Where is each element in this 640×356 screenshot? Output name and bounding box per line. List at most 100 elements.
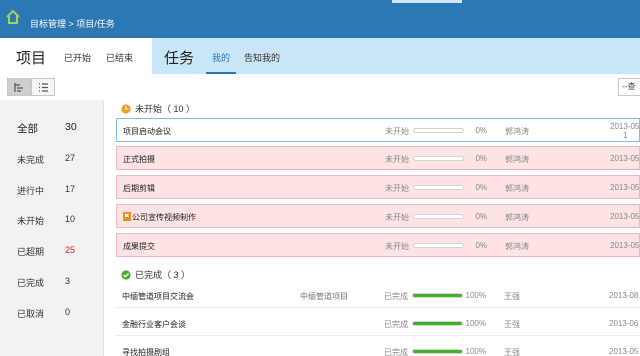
progress-bar xyxy=(412,349,463,354)
gantt-icon xyxy=(13,82,23,92)
task-row[interactable]: 金融行业客户会谈 已完成 100% 王强 2013-06 xyxy=(116,312,640,336)
task-date: 2013-05 xyxy=(610,183,640,192)
task-row[interactable]: 中缅管道项目交流会 中缅管道项目 已完成 100% 王强 2013-08 xyxy=(116,284,640,308)
progress-bar xyxy=(412,293,463,298)
tab-project-started[interactable]: 已开始 xyxy=(64,51,91,64)
task-date: 2013-05 xyxy=(610,212,640,221)
task-name: 公司宣传视频制作 xyxy=(132,213,196,222)
check-circle-icon xyxy=(121,270,131,280)
project-section: 项目 已开始 已结束 xyxy=(0,38,152,74)
filter-count: 3 xyxy=(65,276,71,286)
task-owner: 郭鸿涛 xyxy=(505,155,529,164)
task-name: 成果提交 xyxy=(123,242,155,251)
task-date: 2013-05 xyxy=(610,154,640,163)
list-icon xyxy=(38,82,48,92)
task-owner: 王强 xyxy=(504,292,520,301)
group-title: 已完成（ 3 ） xyxy=(135,270,191,280)
task-date-extra: 1 xyxy=(623,131,628,140)
filter-label: 已超期 xyxy=(17,247,45,257)
task-list: 未开始（ 10 ） 项目启动会议 未开始 0% 郭鸿涛 2013-05 1 正式… xyxy=(104,100,640,356)
task-percent: 100% xyxy=(465,347,486,356)
task-date: 2013-05 xyxy=(610,241,640,250)
sub-header: 项目 已开始 已结束 任务 我的 告知我的 xyxy=(0,38,640,75)
task-percent: 0% xyxy=(475,126,487,135)
task-row[interactable]: 项目启动会议 未开始 0% 郭鸿涛 2013-05 1 xyxy=(116,118,640,142)
task-percent: 100% xyxy=(465,291,486,300)
task-row[interactable]: 成果提交 未开始 0% 郭鸿涛 2013-05 xyxy=(116,233,640,257)
task-percent: 0% xyxy=(475,212,487,221)
task-status: 已完成 xyxy=(384,320,408,329)
group-header-completed[interactable]: 已完成（ 3 ） xyxy=(121,268,190,281)
breadcrumb: 目标管理 > 项目/任务 xyxy=(30,17,115,30)
progress-bar xyxy=(413,214,464,219)
filter-label: 全部 xyxy=(17,123,38,135)
tab-project-ended[interactable]: 已结束 xyxy=(106,51,133,64)
task-status: 已完成 xyxy=(384,348,408,356)
progress-bar xyxy=(413,185,464,190)
progress-bar xyxy=(413,156,464,161)
task-owner: 郭鸿涛 xyxy=(505,127,529,136)
progress-fill xyxy=(413,294,462,297)
list-view-button[interactable] xyxy=(31,78,55,96)
top-bar: 目标管理 > 项目/任务 xyxy=(0,0,640,38)
filter-count: 10 xyxy=(65,214,76,224)
task-project: 中缅管道项目 xyxy=(300,292,348,301)
filter-label: 已取消 xyxy=(17,309,45,319)
filter-incomplete[interactable]: 未完成 27 xyxy=(0,143,104,173)
task-name: 正式拍摄 xyxy=(123,155,155,164)
filter-label: 进行中 xyxy=(17,186,45,196)
task-status: 未开始 xyxy=(385,184,409,193)
task-status: 未开始 xyxy=(385,155,409,164)
progress-fill xyxy=(413,350,462,353)
filter-overdue[interactable]: 已超期 25 xyxy=(0,235,104,265)
task-status: 已完成 xyxy=(384,292,408,301)
tab-task-notified[interactable]: 告知我的 xyxy=(244,51,280,64)
task-row[interactable]: 正式拍摄 未开始 0% 郭鸿涛 2013-05 xyxy=(116,146,640,170)
progress-bar xyxy=(412,321,463,326)
filter-count: 30 xyxy=(65,121,77,133)
task-row[interactable]: 公司宣传视频制作 未开始 0% 郭鸿涛 2013-05 xyxy=(116,204,640,228)
filter-all[interactable]: 全部 30 xyxy=(0,112,104,142)
task-row[interactable]: 后期剪辑 未开始 0% 郭鸿涛 2013-05 xyxy=(116,175,640,199)
task-owner: 郭鸿涛 xyxy=(505,242,529,251)
filter-label: 未开始 xyxy=(17,216,45,226)
task-date: 2013-08 xyxy=(609,291,639,300)
task-status: 未开始 xyxy=(385,242,409,251)
task-status: 未开始 xyxy=(385,213,409,222)
task-date: 2013-05 xyxy=(610,122,640,131)
filter-label: 已完成 xyxy=(17,278,45,288)
task-owner: 郭鸿涛 xyxy=(505,213,529,222)
task-title: 任务 xyxy=(164,50,195,67)
filter-completed[interactable]: 已完成 3 xyxy=(0,266,104,296)
progress-bar xyxy=(413,128,464,133)
filter-in-progress[interactable]: 进行中 17 xyxy=(0,174,104,204)
task-name-wrap: 公司宣传视频制作 xyxy=(123,212,196,223)
task-owner: 王强 xyxy=(504,348,520,356)
task-name: 中缅管道项目交流会 xyxy=(122,292,194,301)
home-icon[interactable] xyxy=(5,9,21,25)
task-date: 2013-06 xyxy=(609,319,639,328)
filter-not-started[interactable]: 未开始 10 xyxy=(0,204,104,234)
task-percent: 0% xyxy=(475,154,487,163)
query-button[interactable]: --查 xyxy=(618,78,640,96)
project-flag-icon xyxy=(123,212,131,221)
task-percent: 0% xyxy=(475,241,487,250)
project-title: 项目 xyxy=(16,50,47,67)
filter-count: 17 xyxy=(65,184,76,194)
task-name: 寻找拍摄剧组 xyxy=(122,348,170,356)
gantt-view-button[interactable] xyxy=(7,78,31,96)
task-name: 后期剪辑 xyxy=(123,184,155,193)
breadcrumb-text: 目标管理 > 项目/任务 xyxy=(30,19,115,29)
task-owner: 王强 xyxy=(504,320,520,329)
task-row[interactable]: 寻找拍摄剧组 已完成 100% 王强 2013-05 xyxy=(116,340,640,356)
filter-cancelled[interactable]: 已取消 0 xyxy=(0,297,104,327)
filter-count: 25 xyxy=(65,245,76,255)
filter-count: 27 xyxy=(65,153,76,163)
tab-task-mine[interactable]: 我的 xyxy=(205,51,237,75)
task-section: 任务 我的 告知我的 xyxy=(152,38,640,75)
group-header-not-started[interactable]: 未开始（ 10 ） xyxy=(121,102,195,115)
progress-fill xyxy=(413,322,462,325)
filter-label: 未完成 xyxy=(17,155,45,165)
task-percent: 0% xyxy=(475,183,487,192)
task-status: 未开始 xyxy=(385,127,409,136)
